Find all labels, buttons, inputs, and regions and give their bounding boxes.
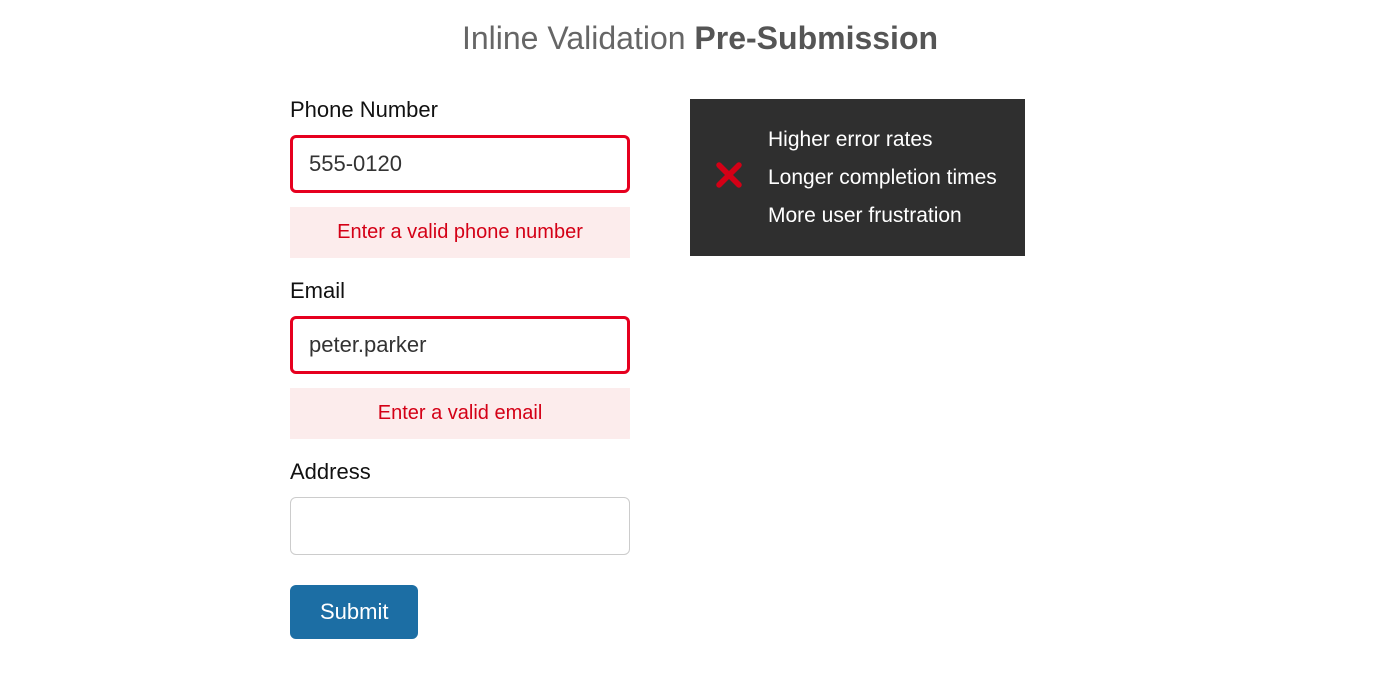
phone-input[interactable] xyxy=(290,135,630,193)
email-error-message: Enter a valid email xyxy=(290,388,630,439)
drawback-callout: Higher error rates Longer completion tim… xyxy=(690,99,1025,256)
phone-field-group: Phone Number Enter a valid phone number xyxy=(290,97,630,258)
title-light: Inline Validation xyxy=(462,20,694,56)
email-input[interactable] xyxy=(290,316,630,374)
phone-label: Phone Number xyxy=(290,97,630,123)
form: Phone Number Enter a valid phone number … xyxy=(290,97,630,639)
drawback-list: Higher error rates Longer completion tim… xyxy=(768,121,997,234)
x-icon xyxy=(712,158,746,197)
address-label: Address xyxy=(290,459,630,485)
list-item: Longer completion times xyxy=(768,159,997,197)
email-label: Email xyxy=(290,278,630,304)
list-item: Higher error rates xyxy=(768,121,997,159)
address-field-group: Address xyxy=(290,459,630,555)
phone-error-message: Enter a valid phone number xyxy=(290,207,630,258)
address-input[interactable] xyxy=(290,497,630,555)
page-title: Inline Validation Pre-Submission xyxy=(270,20,1130,57)
title-bold: Pre-Submission xyxy=(694,20,938,56)
submit-button[interactable]: Submit xyxy=(290,585,418,639)
list-item: More user frustration xyxy=(768,197,997,235)
email-field-group: Email Enter a valid email xyxy=(290,278,630,439)
